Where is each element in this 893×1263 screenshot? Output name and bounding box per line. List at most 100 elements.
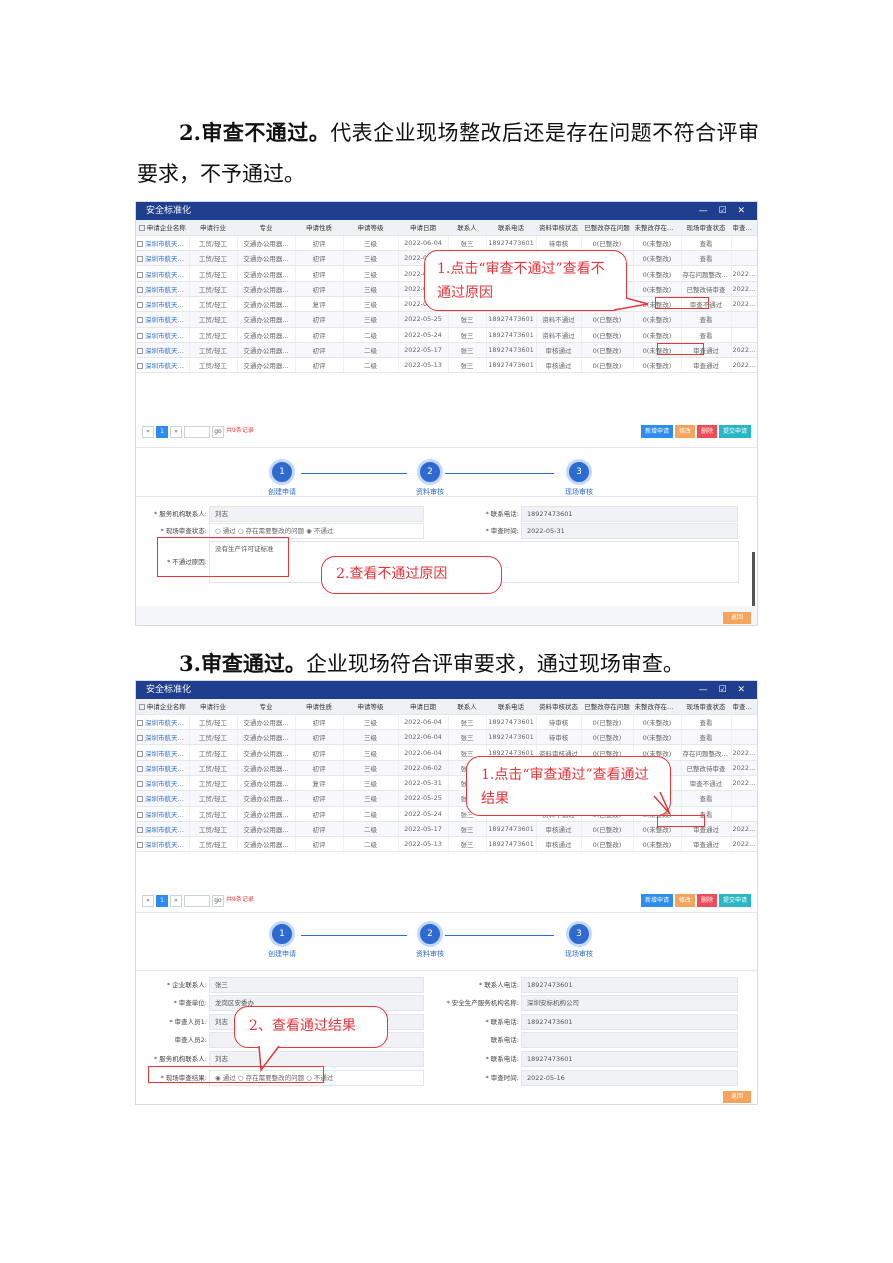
table-cell[interactable]: 深圳市航天科... [136,714,190,731]
table-cell[interactable]: 深圳市航天科... [136,790,190,807]
company-name-link[interactable]: 深圳市航天科... [145,332,188,340]
table-cell[interactable]: 0(已整改) [581,327,634,343]
row-checkbox[interactable] [137,256,143,263]
table-cell[interactable]: 深圳市航天科... [136,327,190,343]
row-checkbox[interactable] [137,363,143,370]
company-name-link[interactable]: 深圳市航天科... [145,255,188,263]
table-cell[interactable]: 深圳市航天科... [136,296,190,313]
row-checkbox[interactable] [137,286,143,293]
table-row[interactable]: 深圳市航天科... 工贸/轻工 交通办公用器... 初评 二级 2022-05-13 张三 1… [136,357,757,374]
table-cell[interactable]: 深圳市航天科... [136,760,190,776]
row-checkbox[interactable] [137,781,143,788]
table-cell[interactable]: 审查通过 [681,357,732,374]
prev-page-button[interactable]: « [142,894,154,907]
table-cell[interactable]: 0(未整改) [633,311,682,328]
table-cell[interactable]: 0(未整改) [633,714,682,731]
company-name-link[interactable]: 深圳市航天科... [145,734,188,742]
add-application-button[interactable]: 新增申请 [640,425,673,438]
delete-button[interactable]: 删除 [696,894,717,907]
table-cell[interactable]: 深圳市航天科... [136,235,190,252]
table-row[interactable]: 深圳市航天科...工贸/轻工交通办公用器...初评三级2022-06-04张三1… [136,714,757,731]
company-name-link[interactable]: 深圳市航天科... [145,347,188,355]
row-checkbox[interactable] [137,842,143,849]
company-name-link[interactable]: 深圳市航天科... [145,240,188,248]
page-input[interactable] [184,425,210,438]
table-cell[interactable]: 资料不通过 [536,311,582,328]
table-cell[interactable]: 0(未整改) [633,327,682,343]
table-cell[interactable]: 深圳市航天科... [136,311,190,328]
window-controls[interactable]: — ☑ ✕ [699,681,749,699]
row-checkbox[interactable] [137,317,143,324]
company-name-link[interactable]: 深圳市航天科... [145,301,188,309]
row-checkbox[interactable] [137,348,143,355]
table-cell[interactable]: 深圳市航天科... [136,836,190,853]
table-cell[interactable]: 已整改待审查 [681,281,732,297]
table-cell[interactable]: 0(已整改) [581,311,634,328]
company-name-link[interactable]: 深圳市航天科... [145,750,188,758]
prev-page-button[interactable]: « [142,425,154,438]
company-name-link[interactable]: 深圳市航天科... [145,362,188,370]
company-name-link[interactable]: 深圳市航天科... [145,780,188,788]
table-cell[interactable]: 0(未整改) [633,729,682,746]
company-name-link[interactable]: 深圳市航天科... [145,795,188,803]
next-page-button[interactable]: » [170,425,182,438]
company-name-link[interactable]: 深圳市航天科... [145,811,188,819]
next-page-button[interactable]: » [170,894,182,907]
table-row[interactable]: 深圳市航天科... 工贸/轻工 交通办公用器... 初评 二级 2022-05-13 张三 1… [136,836,757,853]
table-cell[interactable]: 查看 [681,729,732,746]
row-checkbox[interactable] [137,750,143,757]
table-cell[interactable]: 审核通过 [536,357,582,374]
table-cell[interactable]: 深圳市航天科... [136,775,190,792]
table-cell[interactable]: 深圳市航天科... [136,729,190,746]
table-cell[interactable]: 深圳市航天科... [136,744,190,761]
table-cell[interactable]: 深圳市航天科... [136,357,190,374]
row-checkbox[interactable] [137,332,143,339]
table-row[interactable]: 深圳市航天科...工贸/轻工交通办公用器...初评三级2022-06-04张三1… [136,235,757,252]
row-checkbox[interactable] [137,811,143,818]
submit-application-button[interactable]: 提交申请 [718,425,751,438]
table-cell[interactable]: 深圳市航天科... [136,806,190,822]
window-controls[interactable]: — ☑ ✕ [699,202,749,220]
table-cell[interactable]: 查看 [681,327,732,343]
go-button[interactable]: go [212,894,224,907]
table-row[interactable]: 深圳市航天科...工贸/轻工交通办公用器...初评二级2022-05-24张三1… [136,327,757,343]
table-cell[interactable]: 0(已整改) [581,821,634,838]
row-checkbox[interactable] [137,735,143,742]
table-cell[interactable]: 0(已整改) [581,729,634,746]
select-all-checkbox[interactable] [138,225,145,232]
row-checkbox[interactable] [137,302,143,309]
table-cell[interactable]: 查看 [681,311,732,328]
table-cell[interactable]: 0(已整改) [581,714,634,731]
table-cell[interactable]: 深圳市航天科... [136,342,190,359]
row-checkbox[interactable] [137,240,143,247]
company-name-link[interactable]: 深圳市航天科... [145,826,188,834]
table-cell[interactable]: 0(未整改) [633,250,682,267]
table-cell[interactable]: 0(已整改) [581,357,634,374]
table-cell[interactable]: 查看 [681,714,732,731]
back-button[interactable]: 返回 [723,1091,751,1103]
table-row[interactable]: 深圳市航天科...工贸/轻工交通办公用器...初评三级2022-06-04张三1… [136,729,757,746]
row-checkbox[interactable] [137,796,143,803]
table-cell[interactable]: 审核通过 [536,836,582,853]
company-name-link[interactable]: 深圳市航天科... [145,286,188,294]
row-checkbox[interactable] [137,271,143,278]
table-cell[interactable]: 待审核 [536,235,582,252]
table-cell[interactable]: 0(未整改) [633,836,682,853]
company-name-link[interactable]: 深圳市航天科... [145,271,188,279]
go-button[interactable]: go [212,425,224,438]
row-checkbox[interactable] [137,827,143,834]
table-cell[interactable]: 0(已整改) [581,235,634,252]
table-cell[interactable]: 资料不通过 [536,327,582,343]
table-cell[interactable]: 0(已整改) [581,836,634,853]
company-name-link[interactable]: 深圳市航天科... [145,719,188,727]
table-row[interactable]: 深圳市航天科...工贸/轻工交通办公用器...初评三级2022-05-25张三1… [136,311,757,328]
company-name-link[interactable]: 深圳市航天科... [145,316,188,324]
table-cell[interactable]: 已整改待审查 [681,760,732,776]
submit-application-button[interactable]: 提交申请 [718,894,751,907]
table-cell[interactable]: 审核通过 [536,821,582,838]
add-application-button[interactable]: 新增申请 [640,894,673,907]
row-checkbox[interactable] [137,765,143,772]
table-cell[interactable]: 审核通过 [536,342,582,359]
table-cell[interactable]: 待审核 [536,714,582,731]
company-name-link[interactable]: 深圳市航天科... [145,765,188,773]
